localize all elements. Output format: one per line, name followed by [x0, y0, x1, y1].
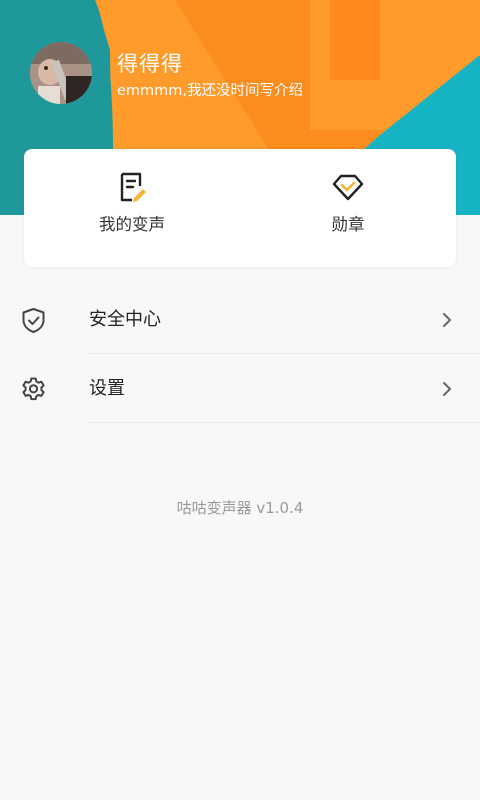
gear-icon	[22, 377, 45, 401]
chevron-right-icon	[443, 382, 451, 396]
divider	[86, 353, 480, 354]
chevron-right-icon	[443, 313, 451, 327]
avatar-image	[30, 42, 92, 104]
menu-item-security-center[interactable]: 安全中心	[0, 286, 480, 355]
medals-button[interactable]: 勋章	[240, 149, 456, 267]
my-voice-changes-label: 我的变声	[99, 215, 165, 234]
medal-diamond-icon	[332, 174, 364, 201]
shield-check-icon	[22, 308, 45, 333]
divider	[86, 422, 480, 423]
avatar[interactable]	[30, 42, 92, 104]
username: 得得得	[117, 52, 183, 76]
app-version: 咕咕变声器 v1.0.4	[176, 499, 304, 517]
medals-label: 勋章	[331, 215, 365, 234]
voice-note-edit-icon	[120, 172, 146, 202]
menu-item-settings[interactable]: 设置	[0, 355, 480, 424]
menu-item-label: 安全中心	[89, 309, 161, 330]
quick-actions-card: 我的变声 勋章	[24, 149, 456, 267]
my-voice-changes-button[interactable]: 我的变声	[24, 149, 240, 267]
user-bio: emmmm,我还没时间写介绍	[117, 83, 304, 99]
menu-item-label: 设置	[89, 378, 125, 399]
